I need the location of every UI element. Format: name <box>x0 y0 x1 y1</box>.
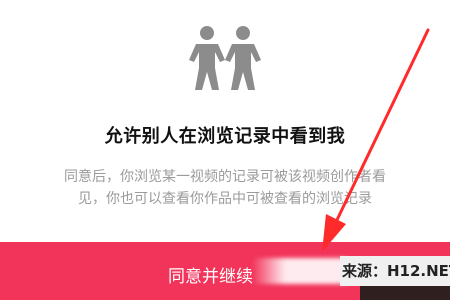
permission-description: 同意后，你浏览某一视频的记录可被该视频创作者看 见，你也可以查看你作品中可被查看… <box>37 166 413 210</box>
two-people-icon-svg <box>189 26 261 90</box>
source-watermark: 来源：H12.NET <box>340 256 450 286</box>
page-title: 允许别人在浏览记录中看到我 <box>104 126 346 147</box>
watermark-blur <box>252 258 347 284</box>
description-line-1: 同意后，你浏览某一视频的记录可被该视频创作者看 <box>64 169 386 185</box>
watermark-bar <box>360 286 450 300</box>
description-line-2: 见，你也可以查看你作品中可被查看的浏览记录 <box>78 191 372 207</box>
two-people-icon <box>187 24 263 92</box>
agree-continue-label: 同意并继续 <box>168 267 253 286</box>
permission-screen: 允许别人在浏览记录中看到我 同意后，你浏览某一视频的记录可被该视频创作者看 见，… <box>0 0 450 300</box>
